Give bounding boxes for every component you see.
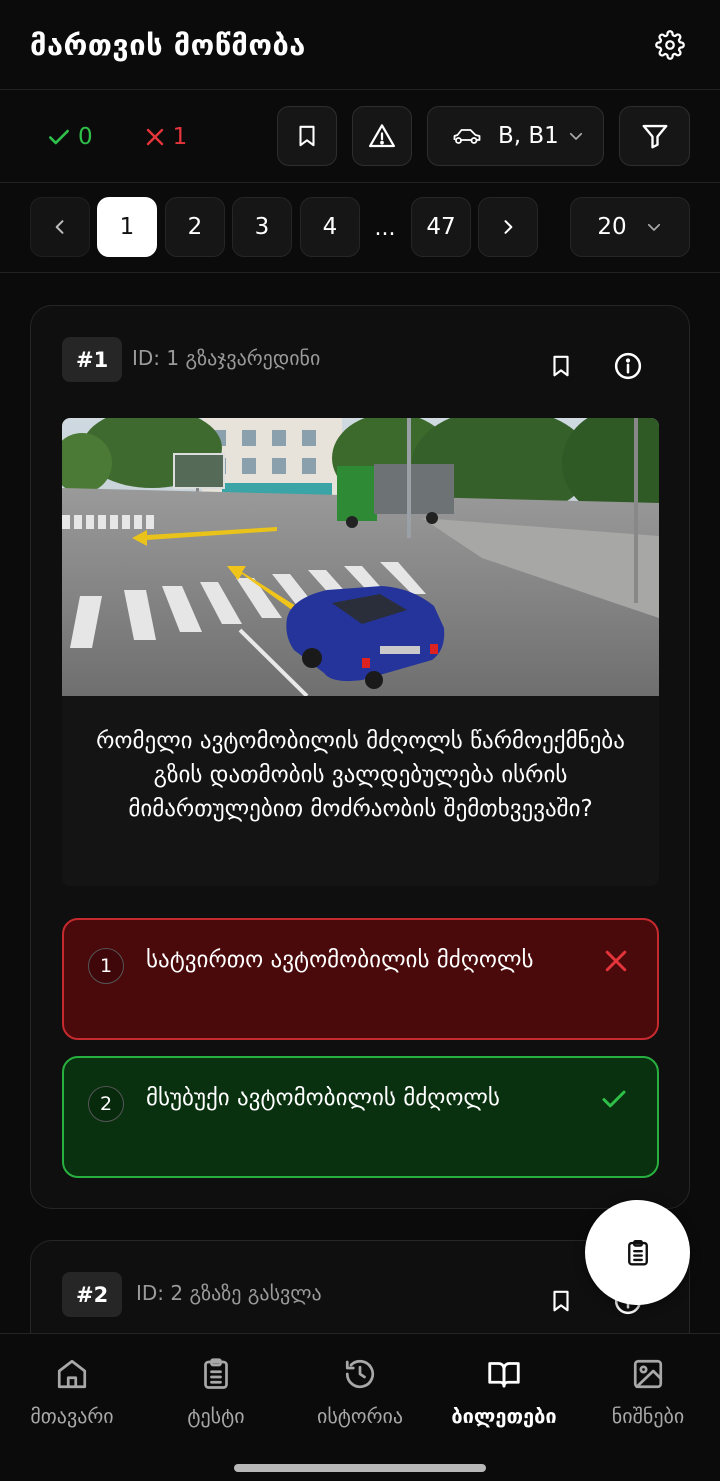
image-icon — [633, 1359, 663, 1389]
history-icon — [345, 1359, 375, 1389]
answer-option-2[interactable]: 2 მსუბუქი ავტომობილის მძღოლს — [62, 1056, 659, 1178]
check-icon — [49, 129, 69, 144]
settings-button[interactable] — [648, 23, 692, 67]
nav-item-signs[interactable]: ნიშნები — [576, 1356, 720, 1428]
bookmark-question-button[interactable] — [541, 1281, 581, 1321]
category-select[interactable]: B, B1 — [427, 106, 604, 166]
pagination: 1 2 3 4 ... 47 20 — [0, 184, 720, 273]
question-id: ID: 1 გზაჯვარედინი — [132, 346, 321, 370]
chevron-down-icon — [569, 132, 582, 140]
nav-label: ბილეთები — [451, 1404, 557, 1428]
gear-icon — [655, 29, 685, 60]
bookmark-icon — [299, 125, 315, 147]
home-icon — [57, 1359, 87, 1389]
correct-count: 0 — [46, 124, 93, 150]
info-icon — [614, 352, 642, 380]
category-value: B, B1 — [498, 123, 559, 149]
answer-option-1[interactable]: 1 სატვირთო ავტომობილის მძღოლს — [62, 918, 659, 1040]
question-number: #1 — [62, 337, 123, 382]
page-button-4[interactable]: 4 — [300, 197, 360, 257]
nav-label: ისტორია — [316, 1404, 404, 1428]
nav-item-tickets[interactable]: ბილეთები — [432, 1356, 576, 1428]
x-icon — [605, 950, 627, 972]
question-id: ID: 2 გზაზე გასვლა — [136, 1281, 322, 1305]
warning-triangle-icon — [369, 124, 395, 148]
question-info-button[interactable] — [608, 346, 648, 386]
question-card: #1 ID: 1 გზაჯვარედინი რომელი ავტომობილის… — [30, 305, 690, 1209]
bookmark-icon — [553, 1290, 569, 1312]
stats-toolbar: 0 1 B, B1 — [0, 91, 720, 183]
wrong-count-value: 1 — [172, 123, 188, 150]
filter-icon — [642, 124, 667, 149]
answer-number: 1 — [88, 948, 124, 984]
intersection-scene-image — [62, 418, 659, 696]
nav-item-history[interactable]: ისტორია — [288, 1356, 432, 1428]
chevron-left-icon — [55, 220, 64, 234]
bookmark-question-button[interactable] — [541, 346, 581, 386]
question-text: რომელი ავტომობილის მძღოლს წარმოექმნება გ… — [96, 728, 625, 822]
page-button-1[interactable]: 1 — [97, 197, 157, 257]
clipboard-icon — [204, 1358, 228, 1389]
wrong-count: 1 — [143, 123, 188, 150]
car-icon — [453, 129, 481, 144]
clipboard-list-icon — [627, 1239, 648, 1265]
per-page-value: 20 — [597, 214, 627, 240]
bookmarks-filter-button[interactable] — [277, 106, 337, 166]
book-open-icon — [488, 1362, 520, 1388]
prev-page-button[interactable] — [30, 197, 90, 257]
page-ellipsis: ... — [374, 216, 396, 241]
home-indicator — [234, 1464, 486, 1472]
exam-summary-fab[interactable] — [585, 1200, 690, 1305]
bottom-navigation: მთავარი ტესტი ისტორია ბილეთები ნიშნები — [0, 1333, 720, 1481]
page-button-3[interactable]: 3 — [232, 197, 292, 257]
page-button-2[interactable]: 2 — [165, 197, 225, 257]
next-page-button[interactable] — [478, 197, 538, 257]
nav-item-home[interactable]: მთავარი — [0, 1356, 144, 1428]
bookmark-icon — [553, 355, 569, 377]
nav-label: ტესტი — [187, 1404, 245, 1428]
page-title: მართვის მოწმობა — [30, 27, 306, 62]
chevron-right-icon — [504, 220, 513, 234]
x-icon — [146, 128, 163, 145]
question-number: #2 — [62, 1272, 123, 1317]
check-icon — [602, 1090, 626, 1108]
mistakes-filter-button[interactable] — [352, 106, 412, 166]
correct-count-value: 0 — [78, 123, 93, 150]
nav-item-test[interactable]: ტესტი — [144, 1356, 288, 1428]
chevron-down-icon — [647, 223, 660, 231]
answer-text: სატვირთო ავტომობილის მძღოლს — [146, 947, 534, 973]
nav-label: ნიშნები — [611, 1404, 685, 1428]
nav-label: მთავარი — [30, 1404, 114, 1428]
per-page-select[interactable]: 20 — [570, 197, 690, 257]
question-media: რომელი ავტომობილის მძღოლს წარმოექმნება გ… — [62, 418, 659, 886]
answer-number: 2 — [88, 1086, 124, 1122]
answer-text: მსუბუქი ავტომობილის მძღოლს — [146, 1085, 500, 1111]
page-button-last[interactable]: 47 — [411, 197, 471, 257]
filter-button[interactable] — [619, 106, 690, 166]
app-header: მართვის მოწმობა — [0, 0, 720, 90]
